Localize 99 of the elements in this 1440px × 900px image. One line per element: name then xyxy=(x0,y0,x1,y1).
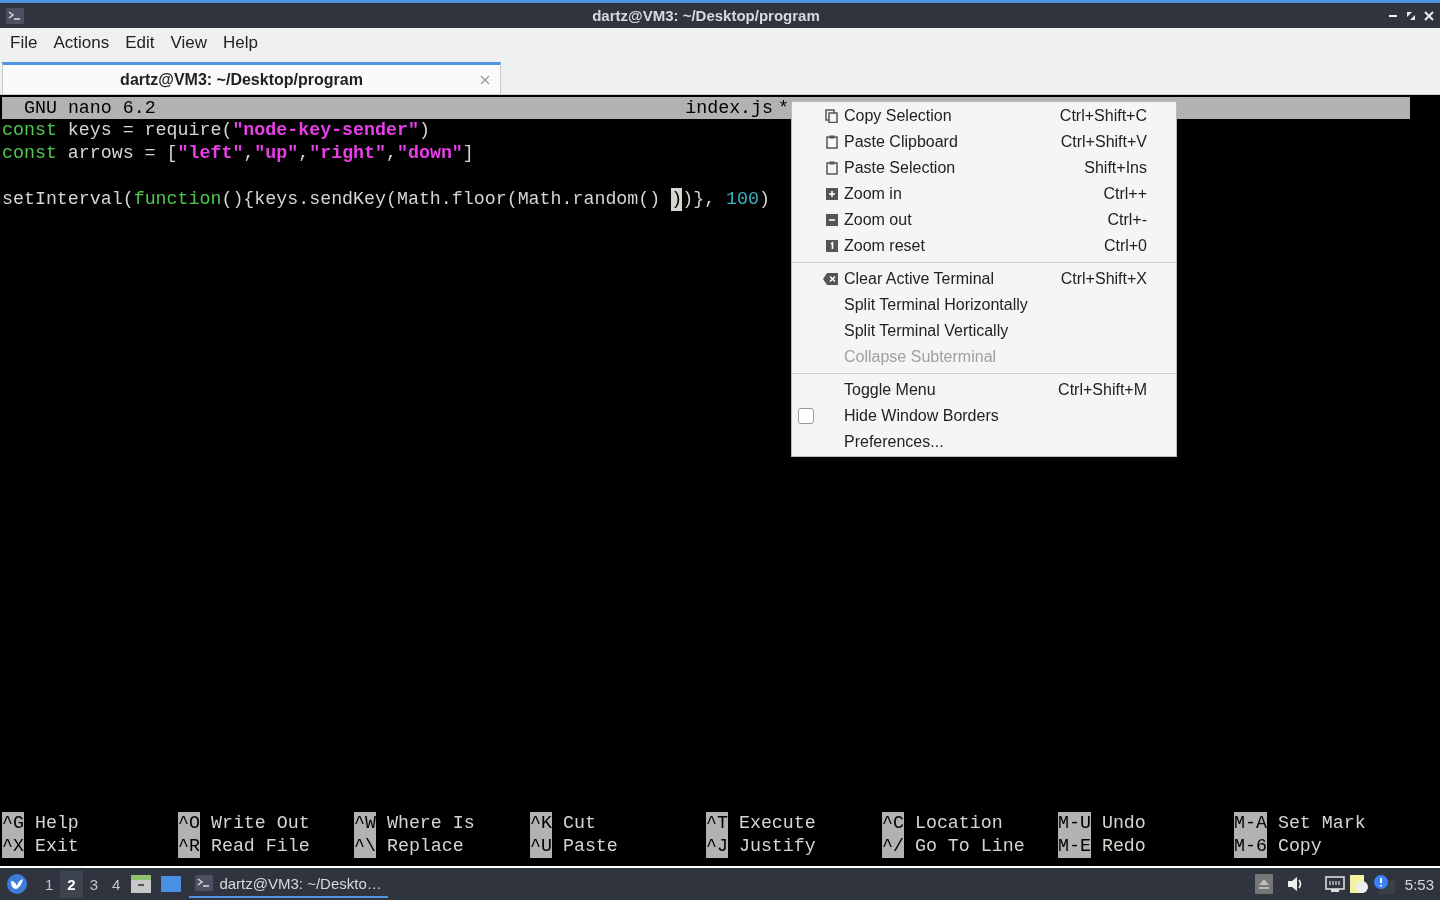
menu-item[interactable]: Paste Clipboard Ctrl+Shift+V xyxy=(792,129,1176,155)
workspace-button[interactable]: 1 xyxy=(38,870,61,898)
copy-icon xyxy=(825,109,838,123)
menu-item[interactable]: Edit xyxy=(117,33,163,53)
shortcut-key: M-E xyxy=(1058,835,1091,858)
workspace-button[interactable]: 3 xyxy=(82,870,106,898)
menu-item[interactable]: Zoom in Ctrl++ xyxy=(792,181,1176,207)
code-token: ) xyxy=(759,188,770,211)
menu-item[interactable]: Split Terminal Vertically xyxy=(792,318,1176,344)
maximize-icon[interactable] xyxy=(1406,10,1416,21)
checkbox[interactable] xyxy=(798,408,814,424)
notification-icon[interactable] xyxy=(1372,874,1395,894)
shortcut-label: Copy xyxy=(1276,835,1322,858)
code-token: "up" xyxy=(254,142,299,165)
file-name: index.js xyxy=(685,96,773,120)
code-token: const xyxy=(2,142,57,165)
terminal-icon xyxy=(6,7,24,24)
shortcut-key: ^X xyxy=(2,835,24,858)
menu-item[interactable]: Preferences... xyxy=(792,429,1176,455)
shortcut-label: Execute xyxy=(737,812,816,835)
shortcut-key: ^\ xyxy=(354,835,376,858)
menu-item[interactable]: Zoom reset Ctrl+0 xyxy=(792,233,1176,259)
shortcut-key: ^J xyxy=(706,835,728,858)
shortcut-key: M-6 xyxy=(1234,835,1267,858)
cursor-char: ) xyxy=(671,188,683,211)
code-token: )}, xyxy=(682,188,717,211)
clock: 5:53 xyxy=(1403,875,1434,893)
shortcut-label: Undo xyxy=(1100,812,1146,835)
menu-item[interactable]: Toggle Menu Ctrl+Shift+M xyxy=(792,377,1176,403)
shortcut-key: ^C xyxy=(882,812,904,835)
one-icon xyxy=(826,240,838,252)
shortcut-key: ^R xyxy=(178,835,200,858)
shortcut-label: Cut xyxy=(561,812,596,835)
code-token: , xyxy=(243,142,255,165)
network-icon[interactable] xyxy=(1324,876,1345,892)
shortcut-key: ^G xyxy=(2,812,24,835)
eject-icon[interactable] xyxy=(1254,874,1273,894)
shortcut-key: M-U xyxy=(1058,812,1091,835)
code-token: const xyxy=(2,119,57,142)
shortcut-label: Write Out xyxy=(209,812,310,835)
shortcut-key: ^K xyxy=(530,812,552,835)
shortcut-key: ^/ xyxy=(882,835,904,858)
menu-item[interactable]: Copy Selection Ctrl+Shift+C xyxy=(792,103,1176,129)
code-token: "node-key-sender" xyxy=(232,119,419,142)
terminal-tab[interactable]: dartz@VM3: ~/Desktop/program xyxy=(2,62,501,94)
code-token: (){keys.sendKey(Math.floor(Math.random() xyxy=(221,188,662,211)
nano-version: GNU nano 6.2 xyxy=(24,96,156,120)
shortcut-label: Help xyxy=(33,812,79,835)
code-token: "down" xyxy=(397,142,463,165)
menu-item[interactable]: View xyxy=(162,33,215,53)
clipboard-icon xyxy=(826,161,838,175)
menu-item[interactable]: Paste Selection Shift+Ins xyxy=(792,155,1176,181)
shortcut-label: Replace xyxy=(385,835,464,858)
menu-item[interactable]: Hide Window Borders xyxy=(792,403,1176,429)
plus-icon xyxy=(826,188,838,200)
code-token: , xyxy=(386,142,397,165)
start-menu-icon[interactable] xyxy=(6,873,28,895)
menu-item[interactable]: Split Terminal Horizontally xyxy=(792,292,1176,318)
clipboard-icon xyxy=(826,135,838,149)
code-token: arrows = [ xyxy=(66,142,178,165)
minus-icon xyxy=(826,214,838,226)
shortcut-key: ^T xyxy=(706,812,728,835)
menu-item[interactable]: Zoom out Ctrl+- xyxy=(792,207,1176,233)
code-token: 100 xyxy=(726,188,759,211)
window-title: dartz@VM3: ~/Desktop/program xyxy=(591,7,821,24)
shortcut-key: ^O xyxy=(178,812,200,835)
file-manager-icon[interactable] xyxy=(131,875,152,893)
shortcut-label: Where Is xyxy=(385,812,475,835)
shortcut-label: Set Mark xyxy=(1276,812,1366,835)
shortcut-key: ^U xyxy=(530,835,552,858)
shortcut-key: M-A xyxy=(1234,812,1267,835)
shortcut-label: Location xyxy=(913,812,1003,835)
shortcut-label: Exit xyxy=(33,835,79,858)
workspace-button[interactable]: 4 xyxy=(105,870,128,898)
code-token: keys = require( xyxy=(66,119,233,142)
code-token: , xyxy=(298,142,310,165)
shortcut-label: Go To Line xyxy=(913,835,1025,858)
modified-mark: * xyxy=(778,96,789,120)
code-token: setInterval( xyxy=(2,188,134,211)
task-button[interactable]: dartz@VM3: ~/Deskto… xyxy=(189,870,388,898)
code-token: ] xyxy=(462,142,474,165)
shortcut-label: Redo xyxy=(1100,835,1146,858)
code-token: "left" xyxy=(177,142,244,165)
code-token: "right" xyxy=(309,142,387,165)
desktop-icon[interactable] xyxy=(161,875,182,893)
menu-item[interactable]: Help xyxy=(215,33,266,53)
code-token: ) xyxy=(418,119,430,142)
backspace-icon xyxy=(823,273,838,285)
shortcut-label: Paste xyxy=(561,835,618,858)
shortcut-label: Read File xyxy=(209,835,310,858)
menu-item[interactable]: Actions xyxy=(45,33,118,53)
code-token: function xyxy=(133,188,222,211)
clipboard-icon[interactable] xyxy=(1348,873,1369,895)
terminal-icon xyxy=(195,875,214,891)
menu-item[interactable]: Clear Active Terminal Ctrl+Shift+X xyxy=(792,266,1176,292)
shortcut-label: Justify xyxy=(737,835,816,858)
menu-item[interactable]: File xyxy=(2,33,46,53)
workspace-button[interactable]: 2 xyxy=(60,870,83,898)
shortcut-key: ^W xyxy=(354,812,376,835)
